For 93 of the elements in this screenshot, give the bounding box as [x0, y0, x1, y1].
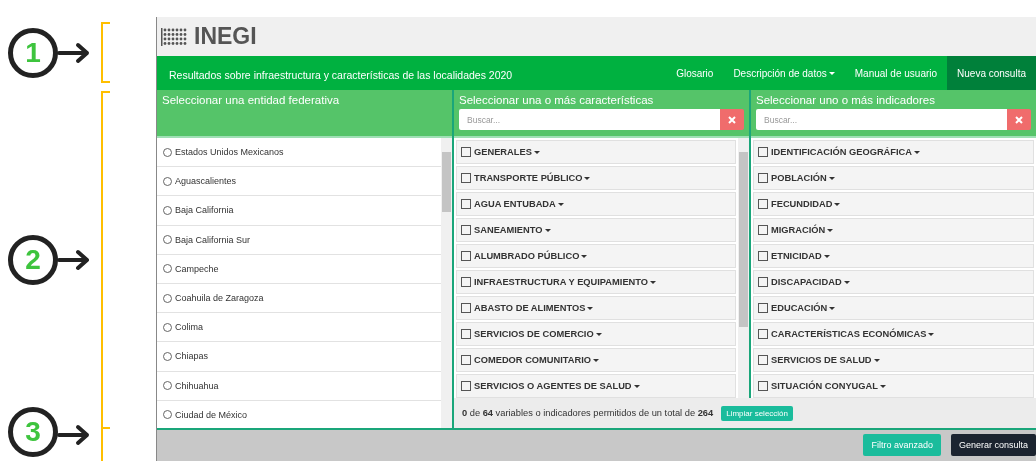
checkbox[interactable] [758, 251, 768, 261]
category-item[interactable]: MIGRACIÓN [753, 218, 1034, 242]
caret-icon [584, 176, 591, 180]
caret-icon [834, 202, 841, 206]
list-item[interactable]: Estados Unidos Mexicanos [157, 138, 441, 168]
clear-search-button[interactable] [1007, 109, 1031, 130]
caret-icon [829, 306, 836, 310]
category-item[interactable]: EDUCACIÓN [753, 296, 1034, 320]
checkbox[interactable] [461, 225, 471, 235]
caret-icon [828, 71, 835, 75]
list-item[interactable]: Baja California [157, 196, 441, 226]
list-item[interactable]: Baja California Sur [157, 225, 441, 255]
footer-button[interactable]: Generar consulta [950, 434, 1036, 456]
checkbox[interactable] [461, 329, 471, 339]
category-item[interactable]: ETNICIDAD [753, 244, 1034, 268]
bracket [101, 22, 110, 83]
category-item[interactable]: TRANSPORTE PÚBLICO [456, 166, 736, 190]
category-item[interactable]: SITUACIÓN CONYUGAL [753, 374, 1034, 398]
caret-icon [827, 228, 834, 232]
arrow-icon [57, 424, 91, 446]
category-item[interactable]: POBLACIÓN [753, 166, 1034, 190]
step-number: 3 [8, 407, 58, 457]
checkbox[interactable] [758, 381, 768, 391]
checkbox[interactable] [461, 381, 471, 391]
category-item[interactable]: INFRAESTRUCTURA Y EQUIPAMIENTO [456, 270, 736, 294]
caret-icon [873, 358, 880, 362]
close-icon [1015, 115, 1023, 124]
close-icon [728, 115, 736, 124]
caret-icon [533, 150, 540, 154]
checkbox[interactable] [758, 199, 768, 209]
category-item[interactable]: GENERALES [456, 140, 736, 164]
caret-icon [828, 176, 835, 180]
caret-icon [544, 228, 551, 232]
list-item[interactable]: Coahuila de Zaragoza [157, 283, 441, 314]
list-item[interactable]: Chihuahua [157, 371, 441, 401]
page-title: Resultados sobre infraestructura y características de las localidades 2020 [168, 69, 513, 81]
category-item[interactable]: ABASTO DE ALIMENTOS [456, 296, 736, 320]
caret-icon [633, 384, 640, 388]
category-item[interactable]: FECUNDIDAD [753, 192, 1034, 216]
checkbox[interactable] [461, 251, 471, 261]
caret-icon [843, 280, 850, 284]
caret-icon [557, 202, 564, 206]
panel-title: Seleccionar una entidad federativa [162, 94, 341, 106]
scrollbar[interactable] [738, 138, 749, 398]
arrow-icon [57, 41, 91, 64]
checkbox[interactable] [758, 355, 768, 365]
caret-icon [823, 254, 830, 258]
panel-title: Seleccionar uno o más indicadores [756, 94, 936, 106]
caret-icon [587, 306, 594, 310]
category-item[interactable]: ALUMBRADO PÚBLICO [456, 244, 736, 268]
category-item[interactable]: AGUA ENTUBADA [456, 192, 736, 216]
list-item[interactable]: Chiapas [157, 342, 441, 372]
category-item[interactable]: IDENTIFICACIÓN GEOGRÁFICA [753, 140, 1034, 164]
checkbox[interactable] [758, 173, 768, 183]
caret-icon [595, 332, 602, 336]
caret-icon [914, 150, 920, 154]
clear-search-button[interactable] [720, 109, 744, 130]
arrow-icon [57, 249, 91, 271]
checkbox[interactable] [461, 147, 471, 157]
checkbox[interactable] [758, 277, 768, 287]
category-item[interactable]: SERVICIOS O AGENTES DE SALUD [456, 374, 736, 398]
step-number: 2 [8, 235, 58, 285]
panel-title: Seleccionar una o más características [459, 94, 655, 106]
caret-icon [879, 384, 886, 388]
nav-link[interactable]: Nueva consulta [947, 56, 1036, 90]
checkbox[interactable] [758, 329, 768, 339]
checkbox[interactable] [758, 303, 768, 313]
list-item[interactable]: Campeche [157, 254, 441, 284]
category-item[interactable]: COMEDOR COMUNITARIO [456, 348, 736, 372]
selection-count: 0 de 64 variables o indicadores permitidos de un total de 264 [462, 408, 714, 418]
search-field[interactable]: Buscar... [756, 109, 1007, 130]
caret-icon [650, 280, 657, 284]
category-item[interactable]: DISCAPACIDAD [753, 270, 1034, 294]
caret-icon [928, 332, 935, 336]
checkbox[interactable] [461, 173, 471, 183]
checkbox[interactable] [461, 303, 471, 313]
checkbox[interactable] [758, 225, 768, 235]
category-item[interactable]: CARACTERÍSTICAS ECONÓMICAS [753, 322, 1034, 346]
logo-text: INEGI [194, 23, 257, 50]
checkbox[interactable] [461, 277, 471, 287]
step-number: 1 [8, 27, 58, 78]
checkbox[interactable] [461, 199, 471, 209]
category-item[interactable]: SERVICIOS DE SALUD [753, 348, 1034, 372]
checkbox[interactable] [461, 355, 471, 365]
scrollbar[interactable] [441, 138, 452, 428]
caret-icon [593, 358, 600, 362]
search-field[interactable]: Buscar... [459, 109, 720, 130]
caret-icon [581, 254, 588, 258]
checkbox[interactable] [758, 147, 768, 157]
list-item[interactable]: Colima [157, 313, 441, 343]
category-item[interactable]: SERVICIOS DE COMERCIO [456, 322, 736, 346]
list-item[interactable]: Aguascalientes [157, 167, 441, 197]
category-item[interactable]: SANEAMIENTO [456, 218, 736, 242]
